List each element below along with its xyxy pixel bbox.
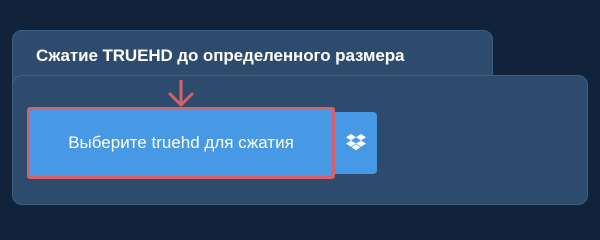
select-file-button[interactable]: Выберите truehd для сжатия: [27, 107, 335, 179]
dropbox-button[interactable]: [335, 112, 377, 174]
file-select-group: Выберите truehd для сжатия: [27, 107, 377, 179]
select-file-label: Выберите truehd для сжатия: [68, 133, 294, 152]
dropbox-icon: [346, 134, 366, 151]
page-title: Сжатие TRUEHD до определенного размера: [36, 46, 405, 65]
arrow-down-icon: [168, 80, 194, 107]
